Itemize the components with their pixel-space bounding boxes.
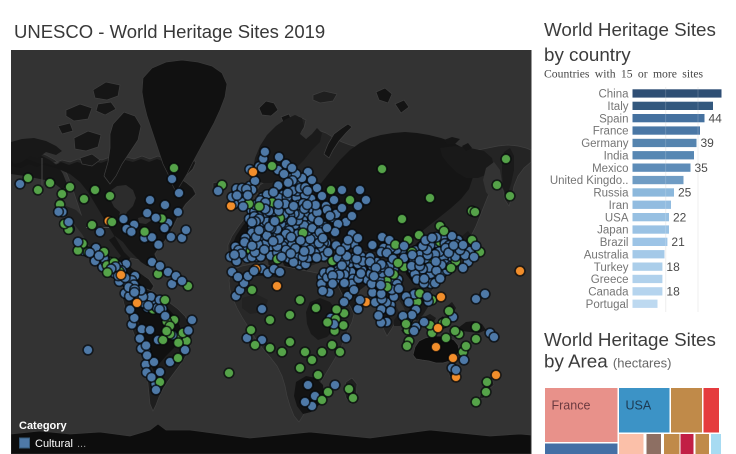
svg-text:India: India [604, 150, 630, 162]
svg-text:Portugal: Portugal [586, 299, 629, 311]
svg-text:United Kingdo..: United Kingdo.. [550, 175, 629, 187]
svg-text:44: 44 [709, 111, 723, 125]
svg-text:Italy: Italy [607, 101, 628, 113]
svg-text:25: 25 [678, 186, 692, 200]
svg-text:Greece: Greece [591, 274, 629, 286]
svg-text:Spain: Spain [599, 113, 628, 125]
svg-text:USA: USA [626, 399, 652, 413]
svg-text:Iran: Iran [609, 200, 629, 212]
svg-text:China: China [598, 89, 629, 101]
svg-text:Turkey: Turkey [594, 262, 629, 274]
svg-text:by country: by country [544, 44, 631, 65]
svg-text:Countries with 15 or more site: Countries with 15 or more sites [544, 68, 704, 81]
svg-text:World Heritage Sites: World Heritage Sites [544, 329, 716, 350]
svg-text:World Heritage Sites: World Heritage Sites [544, 19, 716, 40]
svg-text:Russia: Russia [593, 188, 629, 200]
svg-text:Mexico: Mexico [592, 163, 628, 175]
svg-text:by Area (hectares): by Area (hectares) [544, 351, 671, 372]
svg-text:Brazil: Brazil [600, 237, 629, 249]
svg-text:Japan: Japan [597, 225, 628, 237]
svg-text:USA: USA [605, 212, 629, 224]
svg-text:France: France [593, 126, 629, 138]
svg-text:18: 18 [666, 260, 680, 274]
svg-text:Germany: Germany [581, 138, 629, 150]
svg-text:35: 35 [695, 161, 709, 175]
svg-text:18: 18 [666, 285, 680, 299]
svg-text:Canada: Canada [588, 287, 629, 299]
svg-text:39: 39 [701, 136, 715, 150]
svg-text:France: France [552, 399, 591, 413]
svg-text:Australia: Australia [584, 249, 629, 261]
svg-text:22: 22 [673, 210, 687, 224]
svg-text:21: 21 [671, 235, 685, 249]
